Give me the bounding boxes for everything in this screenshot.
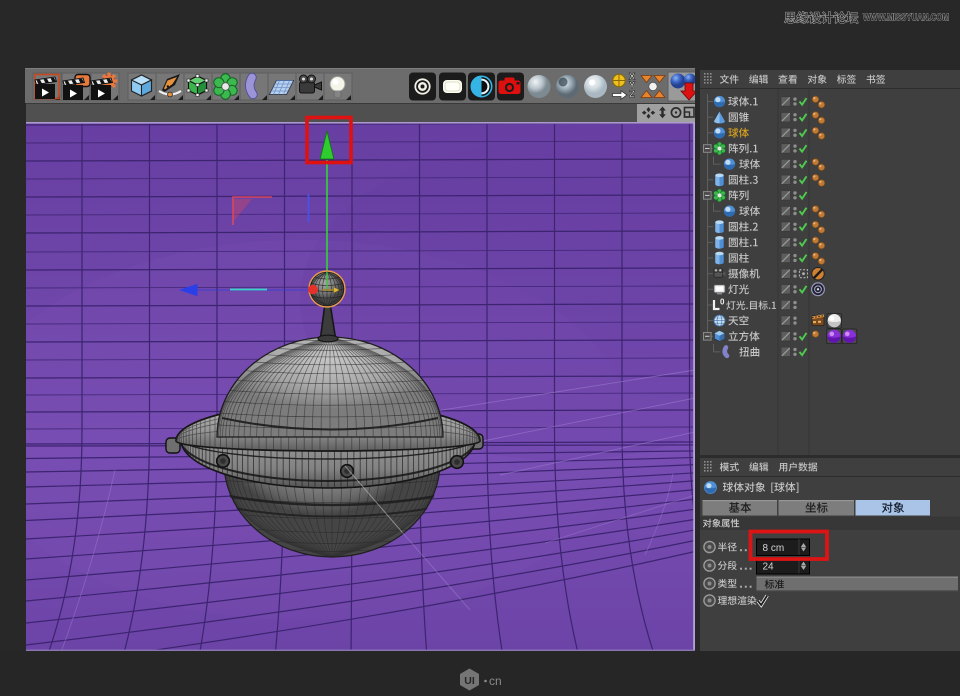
svg-text:cn: cn xyxy=(489,674,502,688)
svg-text:8 cm: 8 cm xyxy=(763,543,785,554)
svg-text:24: 24 xyxy=(763,561,775,572)
svg-text:UI: UI xyxy=(464,675,475,687)
svg-text:Z: Z xyxy=(629,89,635,100)
svg-text:WWW.MISSYUAN.COM: WWW.MISSYUAN.COM xyxy=(863,13,949,24)
svg-text:0: 0 xyxy=(720,298,725,307)
